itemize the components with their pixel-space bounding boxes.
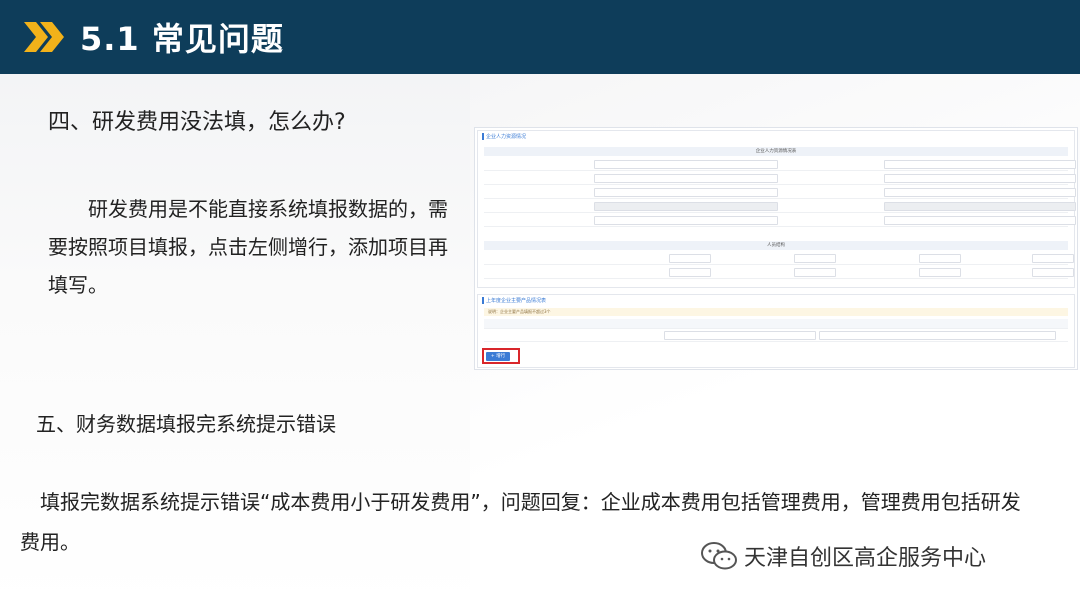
form-field[interactable] <box>919 254 961 263</box>
form-field[interactable] <box>1032 268 1074 277</box>
watermark: 天津自创区高企服务中心 <box>700 540 986 572</box>
form-field[interactable] <box>1032 254 1074 263</box>
form-row <box>484 172 1076 185</box>
question-5-heading: 五、财务数据填报完系统提示错误 <box>36 412 336 436</box>
form-field-disabled <box>594 202 778 211</box>
form-field[interactable] <box>664 331 816 340</box>
form-field[interactable] <box>919 268 961 277</box>
form-row <box>484 158 1076 171</box>
products-section-title: 上年度企业主要产品情况表 <box>482 297 546 304</box>
question-4-answer: 研发费用是不能直接系统填报数据的，需要按照项目填报，点击左侧增行，添加项目再填写… <box>48 197 448 297</box>
form-field[interactable] <box>794 254 836 263</box>
chevron-arrows-icon <box>24 22 68 56</box>
form-field[interactable] <box>819 331 1056 340</box>
form-field[interactable] <box>884 160 1076 169</box>
form-field[interactable] <box>794 268 836 277</box>
wechat-icon <box>701 542 737 570</box>
form-field[interactable] <box>884 188 1076 197</box>
form-screenshot: 企业人力资源情况 企业人力资源情况表 人员结构 上年度企业主要产品情况表 说明：… <box>474 127 1078 370</box>
form-field[interactable] <box>884 174 1076 183</box>
hr-band: 企业人力资源情况表 <box>484 147 1068 156</box>
hr-section: 企业人力资源情况 企业人力资源情况表 人员结构 <box>477 130 1076 288</box>
form-field[interactable] <box>594 160 778 169</box>
form-field[interactable] <box>884 216 1076 225</box>
table-row <box>484 329 1068 342</box>
form-field[interactable] <box>594 216 778 225</box>
question-4-heading: 四、研发费用没法填，怎么办? <box>48 110 346 135</box>
form-row <box>484 186 1076 199</box>
form-field[interactable] <box>594 188 778 197</box>
title-bar: 5.1 常见问题 <box>0 0 1080 74</box>
products-section: 上年度企业主要产品情况表 说明：企业主要产品填报不超过3个 + 增行 <box>477 294 1075 368</box>
structure-band: 人员结构 <box>484 241 1068 250</box>
hr-section-title: 企业人力资源情况 <box>482 133 526 140</box>
page-title: 5.1 常见问题 <box>80 20 284 58</box>
form-row <box>484 266 1074 279</box>
form-field[interactable] <box>669 268 711 277</box>
form-row <box>484 252 1074 265</box>
form-field[interactable] <box>594 174 778 183</box>
form-row <box>484 214 1076 227</box>
form-field-disabled <box>884 202 1076 211</box>
products-note: 说明：企业主要产品填报不超过3个 <box>484 308 1068 316</box>
form-row <box>484 200 1076 213</box>
watermark-text: 天津自创区高企服务中心 <box>744 546 987 571</box>
table-header <box>484 319 1068 329</box>
highlight-box <box>482 348 520 364</box>
form-field[interactable] <box>669 254 711 263</box>
